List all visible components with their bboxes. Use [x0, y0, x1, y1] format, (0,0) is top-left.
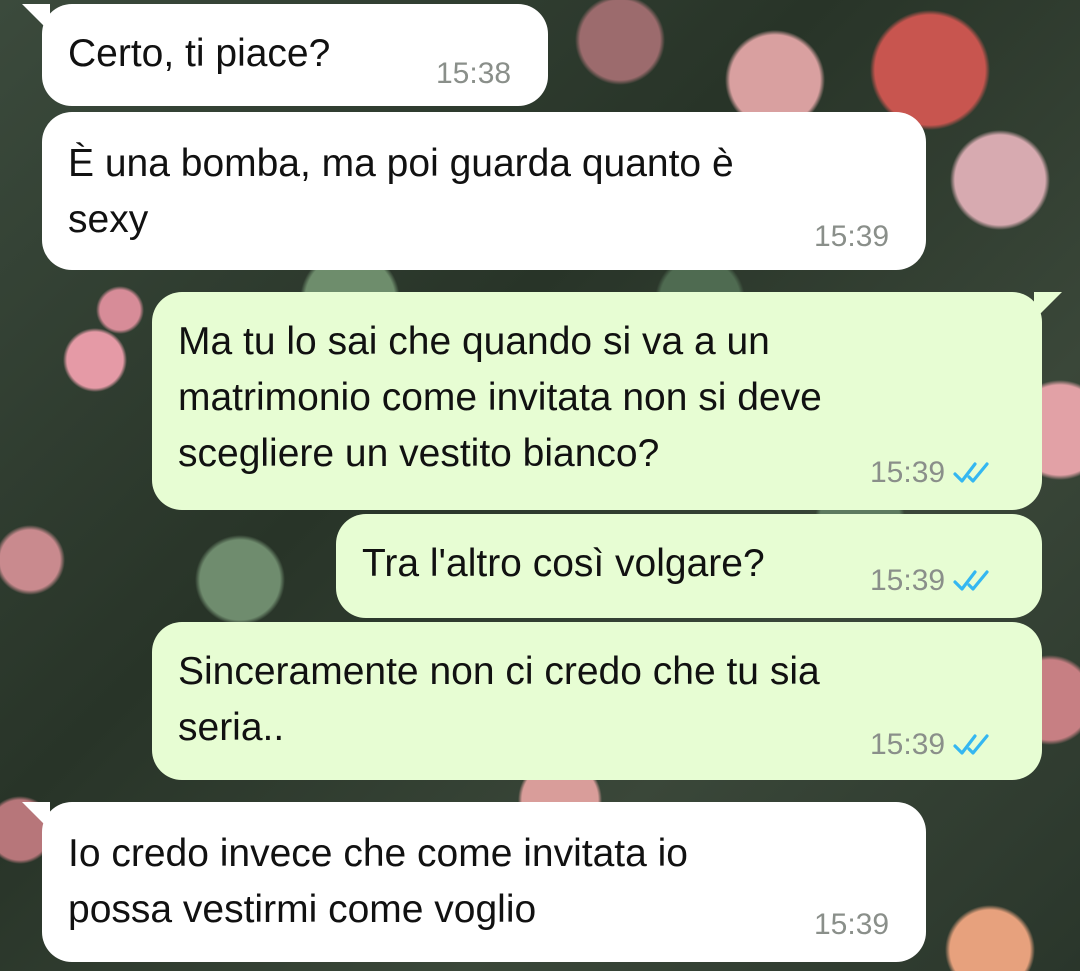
message-text: Tra l'altro così volgare? [362, 542, 765, 585]
message-text: Io credo invece che come invitata io pos… [68, 832, 689, 931]
message-time: 15:39 [870, 728, 946, 761]
message-time: 15:39 [870, 456, 946, 489]
message-bubble-incoming[interactable]: Io credo invece che come invitata io pos… [22, 802, 926, 962]
message-time: 15:39 [814, 220, 890, 253]
double-check-read-icon [953, 570, 989, 591]
message-bubble-outgoing[interactable]: Tra l'altro così volgare? 15:39 [336, 514, 1042, 618]
message-meta: 15:38 [436, 59, 511, 89]
message-time: 15:39 [870, 564, 946, 597]
message-meta: 15:39 [870, 566, 997, 596]
double-check-read-icon [953, 462, 989, 483]
message-meta: 15:39 [814, 910, 889, 940]
message-text: Certo, ti piace? [68, 32, 331, 75]
message-text: È una bomba, ma poi guarda quanto è sexy [68, 142, 734, 241]
message-bubble-outgoing[interactable]: Sinceramente non ci credo che tu sia ser… [152, 622, 1042, 780]
double-check-read-icon [953, 734, 989, 755]
message-meta: 15:39 [814, 222, 889, 252]
bubble-tail [1034, 292, 1062, 320]
bubble-tail [22, 802, 50, 830]
message-bubble-incoming[interactable]: È una bomba, ma poi guarda quanto è sexy… [42, 112, 926, 270]
message-time: 15:39 [814, 908, 890, 941]
message-bubble-outgoing[interactable]: Ma tu lo sai che quando si va a un matri… [152, 292, 1062, 510]
message-bubble-incoming[interactable]: Certo, ti piace? 15:38 [22, 4, 548, 106]
message-time: 15:38 [436, 57, 512, 90]
message-text: Ma tu lo sai che quando si va a un matri… [178, 320, 822, 475]
bubble-tail [22, 4, 50, 32]
message-text: Sinceramente non ci credo che tu sia ser… [178, 650, 820, 749]
message-meta: 15:39 [870, 730, 997, 760]
message-meta: 15:39 [870, 458, 997, 488]
